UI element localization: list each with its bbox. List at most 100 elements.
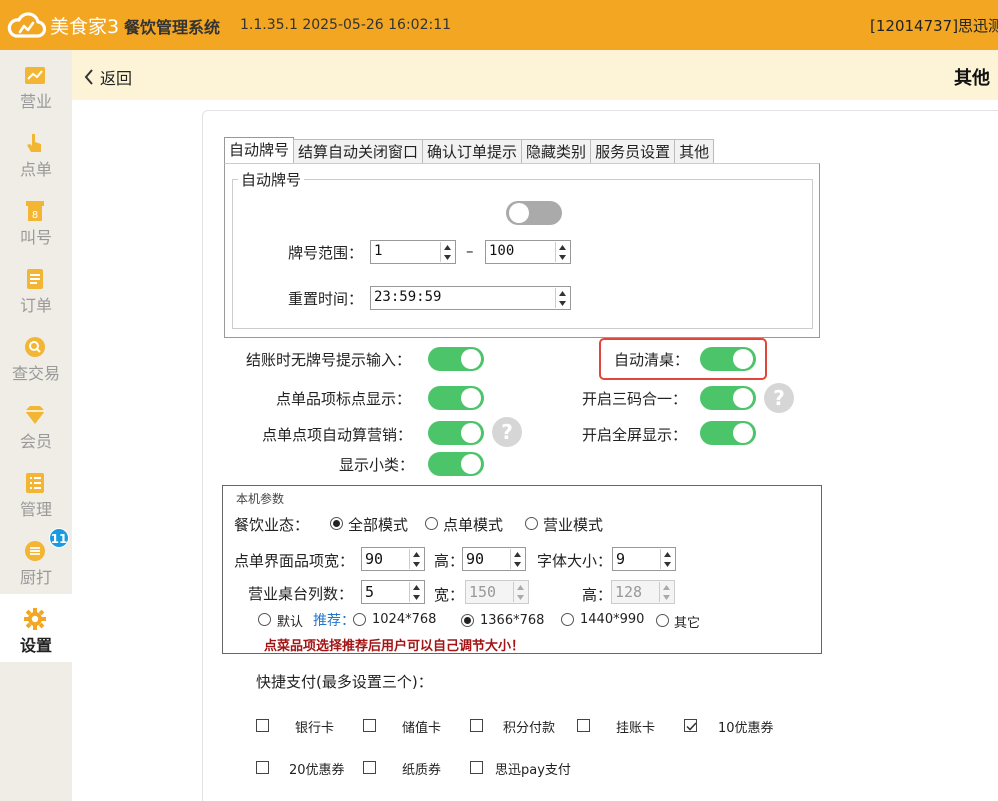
spin-down-icon[interactable] (511, 559, 524, 569)
title-bar: 美食家3 餐饮管理系统 1.1.35.1 2025-05-26 16:02:11… (0, 0, 998, 50)
toggle-knob (733, 349, 753, 369)
tab-auto-close[interactable]: 结算自动关闭窗口 (293, 139, 424, 163)
sidebar-item-settings[interactable]: 设置 (0, 594, 72, 662)
sidebar-item-orders[interactable]: 订单 (0, 254, 72, 322)
quick-pay-option-label: 10优惠券 (718, 721, 774, 736)
spin-down-icon[interactable] (441, 252, 454, 262)
spin-buttons (513, 582, 527, 602)
sidebar: 营业 点单 8 叫号 订单 查交易 会员 管理 厨打 11 设置 (0, 50, 72, 801)
tab-confirm-order[interactable]: 确认订单提示 (422, 139, 523, 163)
fullscreen-toggle[interactable] (700, 421, 756, 445)
spin-up-icon[interactable] (556, 242, 569, 252)
toggle-knob (461, 349, 481, 369)
spin-buttons[interactable] (440, 242, 454, 262)
sidebar-item-manage[interactable]: 管理 (0, 458, 72, 526)
tab-auto-number[interactable]: 自动牌号 (224, 137, 295, 163)
spin-buttons[interactable] (409, 549, 423, 569)
auto-marketing-toggle[interactable] (428, 421, 484, 445)
brand-logo: 美食家3 (6, 8, 119, 42)
tab-hide-category[interactable]: 隐藏类别 (521, 139, 592, 163)
mode-all-label: 全部模式 (348, 516, 409, 534)
quick-pay-points-checkbox[interactable] (470, 719, 483, 732)
spin-up-icon[interactable] (410, 549, 423, 559)
sidebar-item-transactions[interactable]: 查交易 (0, 322, 72, 390)
item-mark-display-toggle[interactable] (428, 386, 484, 410)
help-icon[interactable]: ? (492, 417, 522, 447)
sidebar-item-member[interactable]: 会员 (0, 390, 72, 458)
toggle-knob (509, 203, 529, 223)
item-width-label: 点单界面品项宽： (234, 552, 355, 570)
sidebar-item-order[interactable]: 点单 (0, 118, 72, 186)
show-subcategory-toggle[interactable] (428, 452, 484, 476)
item-height-input[interactable]: 90 (462, 547, 526, 571)
font-size-input[interactable]: 9 (612, 547, 676, 571)
notification-badge: 11 (49, 528, 69, 548)
spin-buttons[interactable] (660, 549, 674, 569)
quick-pay-stored-value-checkbox[interactable] (363, 719, 376, 732)
mode-business-radio[interactable] (525, 517, 538, 530)
checkmark-icon (686, 722, 697, 731)
sidebar-item-label: 营业 (19, 92, 52, 111)
spin-buttons[interactable] (409, 582, 423, 602)
spin-up-icon[interactable] (556, 288, 569, 298)
spin-down-icon[interactable] (556, 298, 569, 308)
res-1440-radio[interactable] (561, 613, 574, 626)
range-to-input[interactable]: 100 (485, 240, 571, 264)
sidebar-item-call-number[interactable]: 8 叫号 (0, 186, 72, 254)
quick-pay-credit-card-checkbox[interactable] (577, 719, 590, 732)
range-from-value: 1 (374, 243, 383, 259)
quick-pay-option-label: 储值卡 (402, 721, 442, 736)
tab-waiter-settings[interactable]: 服务员设置 (590, 139, 676, 163)
quick-pay-coupon20-checkbox[interactable] (256, 761, 269, 774)
back-button[interactable]: 返回 (84, 65, 132, 89)
range-from-input[interactable]: 1 (370, 240, 456, 264)
help-icon[interactable]: ? (764, 383, 794, 413)
auto-clear-table-toggle[interactable] (700, 347, 756, 371)
item-width-input[interactable]: 90 (361, 547, 425, 571)
number-ticket-icon: 8 (26, 201, 44, 221)
spin-buttons[interactable] (510, 549, 524, 569)
res-1024-label: 1024*768 (372, 612, 437, 627)
sidebar-item-label: 厨打 (19, 568, 52, 587)
spin-down-icon[interactable] (410, 559, 423, 569)
sidebar-item-kitchen-print[interactable]: 厨打 11 (0, 526, 72, 594)
auto-clear-table-label: 自动清桌： (614, 351, 690, 369)
item-height-value: 90 (466, 550, 485, 568)
hand-pointer-icon (27, 134, 41, 152)
quick-pay-bank-card-checkbox[interactable] (256, 719, 269, 732)
spin-buttons[interactable] (555, 242, 569, 262)
spin-down-icon[interactable] (556, 252, 569, 262)
chart-icon (25, 67, 45, 84)
mode-order-label: 点单模式 (443, 516, 504, 534)
quick-pay-option-label: 思迅pay支付 (495, 763, 571, 778)
spin-down-icon[interactable] (410, 592, 423, 602)
spin-up-icon[interactable] (410, 582, 423, 592)
table-height-input: 128 (611, 580, 675, 604)
res-default-radio[interactable] (258, 613, 271, 626)
tab-other[interactable]: 其他 (674, 139, 715, 163)
spin-up-icon[interactable] (511, 549, 524, 559)
mode-all-radio[interactable] (330, 517, 343, 530)
mode-order-radio[interactable] (425, 517, 438, 530)
spin-down-icon[interactable] (661, 559, 674, 569)
sidebar-item-label: 叫号 (19, 228, 52, 247)
quick-pay-coupon10-checkbox[interactable] (684, 719, 697, 732)
spin-up-icon (514, 582, 527, 592)
reset-time-input[interactable]: 23:59:59 (370, 286, 571, 310)
table-cols-input[interactable]: 5 (361, 580, 425, 604)
three-codes-toggle[interactable] (700, 386, 756, 410)
item-height-label: 高： (434, 552, 465, 570)
res-1024-radio[interactable] (353, 613, 366, 626)
sidebar-item-business[interactable]: 营业 (0, 50, 72, 118)
quick-pay-sixun-pay-checkbox[interactable] (470, 761, 483, 774)
quick-pay-paper-coupon-checkbox[interactable] (363, 761, 376, 774)
fullscreen-label: 开启全屏显示： (582, 426, 688, 444)
res-other-radio[interactable] (656, 614, 669, 627)
spin-buttons[interactable] (555, 288, 569, 308)
auto-number-toggle[interactable] (506, 201, 562, 225)
res-1366-radio[interactable] (461, 614, 474, 627)
spin-up-icon[interactable] (661, 549, 674, 559)
spin-up-icon[interactable] (441, 242, 454, 252)
no-number-prompt-toggle[interactable] (428, 347, 484, 371)
table-height-value: 128 (615, 583, 643, 601)
